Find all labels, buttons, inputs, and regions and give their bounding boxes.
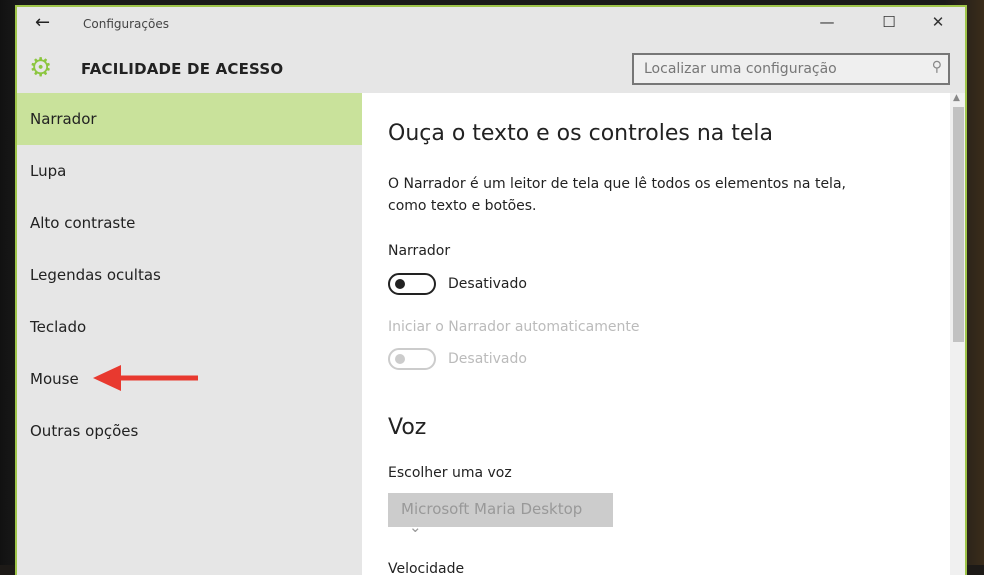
title-bar: ← Configurações — ☐ ✕ <box>17 7 965 41</box>
settings-window: ← Configurações — ☐ ✕ ⚙ FACILIDADE DE AC… <box>15 5 967 575</box>
narrator-label: Narrador <box>388 243 451 259</box>
narrator-state: Desativado <box>448 276 527 292</box>
sidebar-item-legendas[interactable]: Legendas ocultas <box>17 249 362 301</box>
header: ⚙ FACILIDADE DE ACESSO Localizar uma con… <box>17 47 965 92</box>
sidebar-item-outras-opcoes[interactable]: Outras opções <box>17 405 362 457</box>
red-arrow-annotation <box>93 365 198 391</box>
search-placeholder: Localizar uma configuração <box>644 61 837 77</box>
auto-start-state: Desativado <box>448 351 527 367</box>
auto-start-label: Iniciar o Narrador automaticamente <box>388 319 640 335</box>
auto-start-toggle <box>388 348 436 370</box>
sidebar-item-alto-contraste[interactable]: Alto contraste <box>17 197 362 249</box>
sidebar-item-narrador[interactable]: Narrador <box>17 93 362 145</box>
voice-select: Microsoft Maria Desktop ⌄ <box>388 493 613 536</box>
search-input[interactable]: Localizar uma configuração ⚲ <box>632 53 950 85</box>
speed-label: Velocidade <box>388 561 465 575</box>
voice-heading: Voz <box>388 415 427 440</box>
voice-label: Escolher uma voz <box>388 465 512 481</box>
search-icon[interactable]: ⚲ <box>932 59 942 75</box>
minimize-icon[interactable]: — <box>812 13 842 31</box>
scrollbar[interactable]: ▲ <box>950 93 965 575</box>
close-icon[interactable]: ✕ <box>923 13 953 31</box>
scrollbar-thumb[interactable] <box>953 107 964 342</box>
app-title: Configurações <box>83 17 169 31</box>
maximize-icon[interactable]: ☐ <box>874 13 904 31</box>
scroll-up-icon[interactable]: ▲ <box>953 93 960 103</box>
voice-value: Microsoft Maria Desktop <box>401 500 583 518</box>
content-pane: Ouça o texto e os controles na tela O Na… <box>362 93 950 575</box>
chevron-down-icon: ⌄ <box>409 518 422 536</box>
sidebar-item-teclado[interactable]: Teclado <box>17 301 362 353</box>
description: O Narrador é um leitor de tela que lê to… <box>388 176 846 214</box>
sidebar-item-lupa[interactable]: Lupa <box>17 145 362 197</box>
back-arrow-icon[interactable]: ← <box>35 12 50 33</box>
section-title: FACILIDADE DE ACESSO <box>81 60 284 78</box>
gear-icon: ⚙ <box>29 53 53 83</box>
sidebar: Narrador Lupa Alto contraste Legendas oc… <box>17 93 362 575</box>
narrator-toggle[interactable] <box>388 273 436 295</box>
page-heading: Ouça o texto e os controles na tela <box>388 121 774 146</box>
